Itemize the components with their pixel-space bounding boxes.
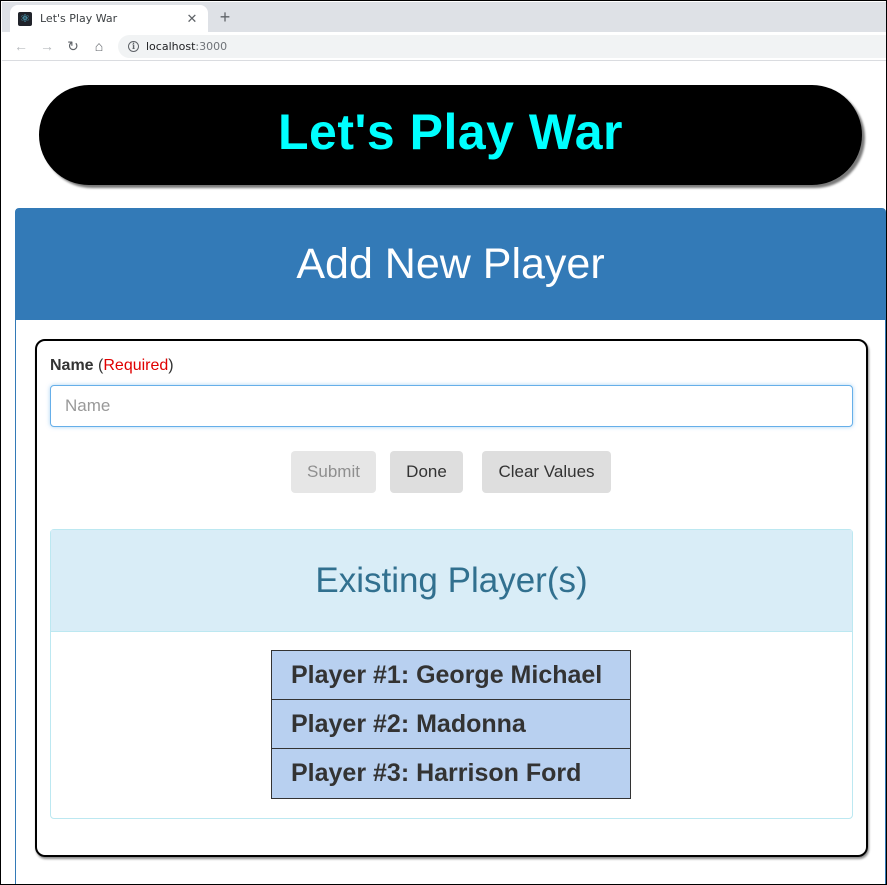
clear-values-button[interactable]: Clear Values xyxy=(482,451,611,493)
add-player-heading: Add New Player xyxy=(296,240,605,288)
new-tab-button[interactable]: + xyxy=(214,6,236,28)
add-player-form: Name (Required) Submit Done Clear Values… xyxy=(35,339,868,857)
forward-arrow-icon[interactable]: → xyxy=(37,36,57,56)
browser-window: ⚛ Let's Play War ✕ + ← → ↻ ⌂ i localhost… xyxy=(0,0,887,885)
browser-toolbar: ← → ↻ ⌂ i localhost:3000 xyxy=(2,32,886,61)
back-arrow-icon[interactable]: ← xyxy=(11,36,31,56)
reload-icon[interactable]: ↻ xyxy=(63,36,83,56)
name-input[interactable] xyxy=(50,385,853,427)
app-title-banner: Let's Play War xyxy=(39,85,862,185)
submit-button[interactable]: Submit xyxy=(291,451,376,493)
info-icon[interactable]: i xyxy=(128,41,139,52)
browser-tab[interactable]: ⚛ Let's Play War ✕ xyxy=(10,5,208,32)
app-title: Let's Play War xyxy=(278,104,623,160)
player-list-item: Player #1: George Michael xyxy=(272,651,630,700)
home-icon[interactable]: ⌂ xyxy=(89,36,109,56)
player-list: Player #1: George Michael Player #2: Mad… xyxy=(271,650,631,799)
tab-strip: ⚛ Let's Play War ✕ + xyxy=(2,2,886,32)
add-player-panel-heading: Add New Player xyxy=(16,209,885,320)
address-bar[interactable]: i localhost:3000 xyxy=(118,35,886,58)
player-list-item: Player #2: Madonna xyxy=(272,700,630,749)
required-indicator: Required xyxy=(103,357,169,374)
name-label: Name (Required) xyxy=(50,357,174,374)
react-favicon-icon: ⚛ xyxy=(18,11,32,26)
player-list-item: Player #3: Harrison Ford xyxy=(272,749,630,798)
add-player-panel: Add New Player Name (Required) Submit Do… xyxy=(15,208,886,884)
close-tab-icon[interactable]: ✕ xyxy=(184,11,200,27)
tab-title: Let's Play War xyxy=(40,12,118,25)
url-text: localhost:3000 xyxy=(146,40,228,53)
done-button[interactable]: Done xyxy=(390,451,463,493)
existing-players-heading: Existing Player(s) xyxy=(315,560,588,600)
existing-players-panel: Existing Player(s) Player #1: George Mic… xyxy=(50,529,853,819)
existing-players-heading-bar: Existing Player(s) xyxy=(51,530,852,632)
